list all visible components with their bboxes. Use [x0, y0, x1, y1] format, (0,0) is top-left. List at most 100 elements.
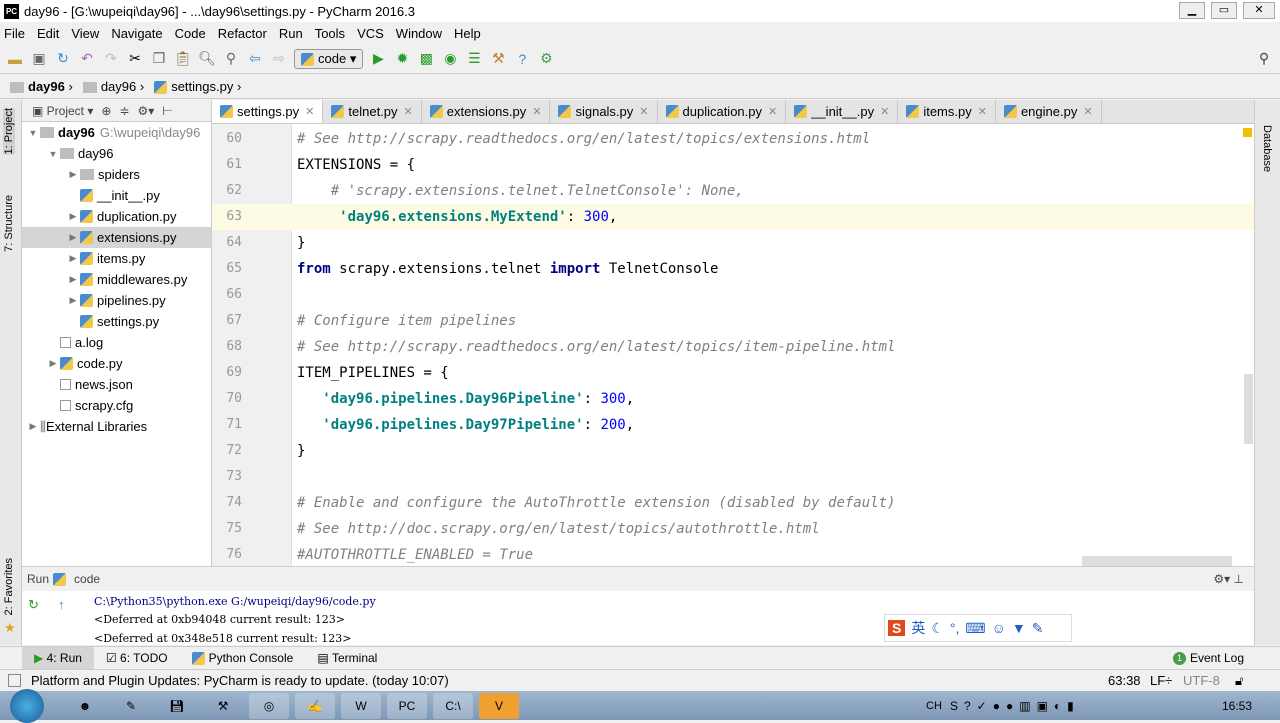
project-tool-tab[interactable]: 1: Project: [3, 108, 15, 155]
tree-item[interactable]: __init__.py: [22, 185, 211, 206]
code-line[interactable]: 60 # See http://scrapy.readthedocs.org/en…: [212, 126, 1254, 152]
menu-tools[interactable]: Tools: [315, 26, 345, 41]
rerun-icon[interactable]: ↻: [28, 597, 39, 613]
wrench-icon[interactable]: ✎: [1032, 620, 1044, 637]
lock-icon[interactable]: 🔓︎: [1235, 673, 1243, 689]
chevron-right-icon[interactable]: ▶: [66, 295, 80, 306]
tray-icons[interactable]: S?✓●●▥▣◐▮: [950, 699, 1080, 713]
code-line[interactable]: 61 EXTENSIONS = {: [212, 152, 1254, 178]
taskbar-pycharm-icon[interactable]: PC: [387, 692, 427, 719]
taskbar-word-icon[interactable]: W: [341, 692, 381, 719]
profile-icon[interactable]: ◉: [441, 50, 459, 68]
tab-run[interactable]: ▶ 4: Run: [22, 647, 94, 669]
tab-duplication-py[interactable]: duplication.py ✕: [657, 100, 787, 123]
chevron-right-icon[interactable]: ▶: [46, 358, 60, 369]
sogou-icon[interactable]: S: [888, 620, 906, 636]
chevron-right-icon[interactable]: ▶: [26, 421, 40, 432]
menu-run[interactable]: Run: [279, 26, 303, 41]
redo-icon[interactable]: ↷: [102, 50, 120, 68]
tab-settings-py[interactable]: settings.py ✕: [212, 100, 324, 123]
input-language[interactable]: CH: [926, 700, 942, 712]
chevron-right-icon[interactable]: ▶: [66, 232, 80, 243]
tree-item[interactable]: ▶ spiders: [22, 164, 211, 185]
menu-edit[interactable]: Edit: [37, 26, 59, 41]
run-config-select[interactable]: code ▾: [294, 48, 364, 69]
analysis-marker[interactable]: [1243, 128, 1252, 137]
close-tab-icon[interactable]: ✕: [880, 105, 889, 118]
tab-items-py[interactable]: items.py ✕: [898, 100, 996, 123]
code-line[interactable]: 71 'day96.pipelines.Day97Pipeline': 200,: [212, 412, 1254, 438]
sdk-icon[interactable]: ⚙: [537, 50, 555, 68]
taskbar-chrome-icon[interactable]: ◎: [249, 692, 289, 719]
tree-item[interactable]: news.json: [22, 374, 211, 395]
code-line[interactable]: 64}: [212, 230, 1254, 256]
tree-item[interactable]: ▶ ⫼ External Libraries: [22, 416, 211, 437]
favorites-tool-tab[interactable]: 2: Favorites: [3, 558, 15, 615]
breadcrumb-item[interactable]: day96 ›: [82, 79, 144, 94]
menu-code[interactable]: Code: [175, 26, 206, 41]
taskbar-vim-icon[interactable]: V: [479, 692, 519, 719]
save-icon[interactable]: ▣: [30, 50, 48, 68]
hide-icon[interactable]: ⊢: [162, 104, 172, 118]
taskbar-qq-icon[interactable]: ☻: [65, 693, 105, 719]
status-toggle-icon[interactable]: [8, 674, 21, 687]
close-tab-icon[interactable]: ✕: [978, 105, 987, 118]
menu-refactor[interactable]: Refactor: [218, 26, 267, 41]
taskbar-tool-icon[interactable]: ⚒: [203, 693, 243, 719]
close-tab-icon[interactable]: ✕: [639, 105, 648, 118]
chevron-right-icon[interactable]: ▶: [66, 211, 80, 222]
breadcrumb-item[interactable]: settings.py ›: [154, 79, 241, 95]
user-icon[interactable]: ☺: [992, 620, 1006, 636]
tree-item[interactable]: ▼ day96: [22, 143, 211, 164]
database-tool-tab[interactable]: Database: [1261, 125, 1273, 172]
tree-item[interactable]: ▶ middlewares.py: [22, 269, 211, 290]
menu-help[interactable]: Help: [454, 26, 481, 41]
gear-icon[interactable]: ⚙▾ ⊥: [1213, 572, 1244, 586]
tab-telnet-py[interactable]: telnet.py ✕: [323, 100, 422, 123]
code-line[interactable]: 62 # 'scrapy.extensions.telnet.TelnetCon…: [212, 178, 1254, 204]
tree-item[interactable]: a.log: [22, 332, 211, 353]
ime-language[interactable]: 英: [911, 618, 925, 638]
maximize-button[interactable]: ▭: [1211, 2, 1237, 19]
undo-icon[interactable]: ↶: [78, 50, 96, 68]
coverage-icon[interactable]: ▩: [417, 50, 435, 68]
back-icon[interactable]: ⇦: [246, 50, 264, 68]
debug-icon[interactable]: ✹: [393, 50, 411, 68]
vertical-scrollbar[interactable]: [1244, 374, 1253, 444]
sync-icon[interactable]: ↻: [54, 50, 72, 68]
code-line[interactable]: 70 'day96.pipelines.Day96Pipeline': 300,: [212, 386, 1254, 412]
replace-icon[interactable]: ⚲: [222, 50, 240, 68]
tree-item[interactable]: ▶ extensions.py: [22, 227, 211, 248]
chevron-right-icon[interactable]: ▶: [66, 169, 80, 180]
copy-icon[interactable]: ❐: [150, 50, 168, 68]
close-tab-icon[interactable]: ✕: [768, 105, 777, 118]
code-line[interactable]: 66: [212, 282, 1254, 308]
taskbar-paint-icon[interactable]: ✎: [111, 693, 151, 719]
start-button[interactable]: [10, 688, 44, 723]
locate-icon[interactable]: ⊕: [101, 104, 111, 118]
paste-icon[interactable]: 📋︎: [174, 50, 192, 68]
tab-python-console[interactable]: Python Console: [180, 647, 306, 669]
settings-icon[interactable]: ⚒: [489, 50, 507, 68]
keyboard-icon[interactable]: ⌨: [965, 620, 985, 637]
minimize-button[interactable]: ▁: [1179, 2, 1205, 19]
structure-tool-tab[interactable]: 7: Structure: [3, 195, 15, 252]
menu-window[interactable]: Window: [396, 26, 442, 41]
clock[interactable]: 16:53: [1222, 699, 1252, 713]
taskbar-cmd-icon[interactable]: C:\: [433, 692, 473, 719]
collapse-icon[interactable]: ≑: [119, 104, 129, 118]
code-line[interactable]: 68 # See http://scrapy.readthedocs.org/en…: [212, 334, 1254, 360]
code-line[interactable]: 75 # See http://doc.scrapy.org/en/latest/…: [212, 516, 1254, 542]
menu-view[interactable]: View: [71, 26, 99, 41]
forward-icon[interactable]: ⇨: [270, 50, 288, 68]
help-icon[interactable]: ?: [513, 50, 531, 68]
tree-item[interactable]: scrapy.cfg: [22, 395, 211, 416]
concurrency-icon[interactable]: ☰: [465, 50, 483, 68]
find-icon[interactable]: 🔍︎: [198, 50, 216, 68]
code-editor[interactable]: 59# Enable or disable extensions60# See …: [212, 124, 1254, 566]
chevron-down-icon[interactable]: ▼: [46, 149, 60, 159]
tree-item[interactable]: ▶ duplication.py: [22, 206, 211, 227]
code-line[interactable]: 73: [212, 464, 1254, 490]
close-button[interactable]: ✕: [1243, 2, 1275, 19]
tab--init-py[interactable]: __init__.py ✕: [786, 100, 899, 123]
